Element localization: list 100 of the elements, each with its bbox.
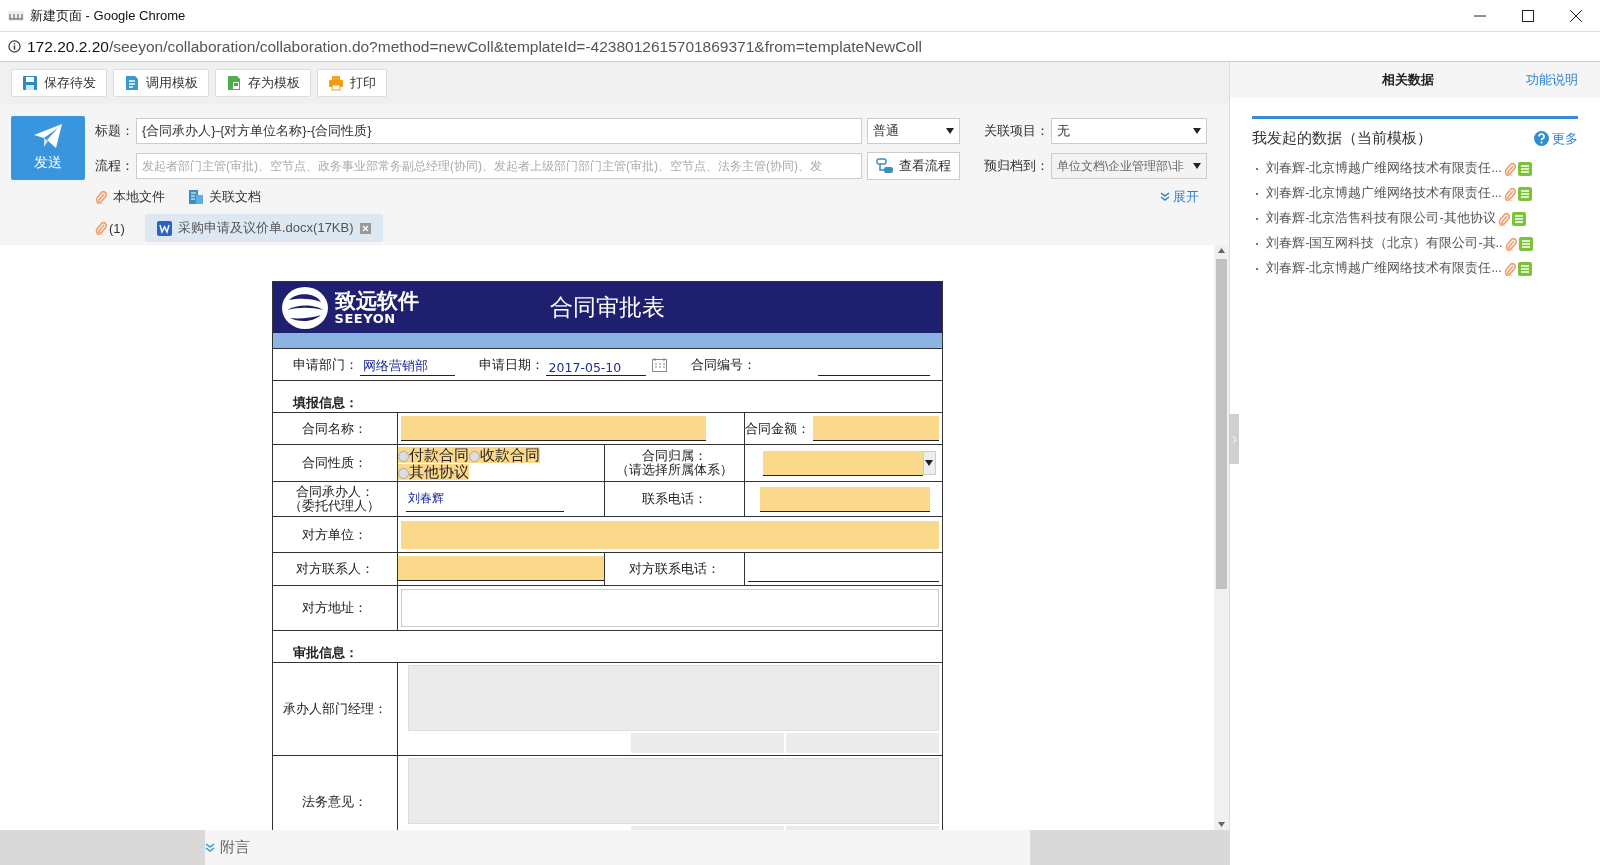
word-icon [157,220,172,236]
date-field[interactable]: 2017-05-10 [545,353,646,376]
field-label: 联系电话： [641,491,707,506]
attach-link[interactable]: 本地文件 [95,188,165,206]
app-icon [8,10,24,21]
option-label: 付款合同 [408,447,469,463]
caret-icon [1193,163,1201,169]
toolbar-button[interactable]: 打印 [317,69,387,97]
attachment-count: (1) [109,220,125,236]
list-icon [1517,161,1532,176]
radio-button[interactable] [468,450,480,462]
record-link[interactable]: 刘春辉-北京博越广维网络技术有限责任... [1266,260,1502,277]
caret-icon [946,128,954,134]
help-link[interactable]: 功能说明 [1526,71,1578,89]
list-icon [1518,236,1533,251]
toolbar-button[interactable]: 保存待发 [11,69,107,97]
owner-select[interactable] [762,450,936,476]
double-chevron-icon [1160,192,1170,202]
url-host[interactable]: 172.20.2.20 [27,37,109,56]
chevron-icon [1231,434,1237,444]
maximize-icon[interactable] [1522,9,1534,22]
paperclip-icon [1503,261,1516,276]
field-label: 申请日期： [478,355,544,374]
remark-label: 附言 [220,838,250,857]
window-title: 新建页面 - Google Chrome [30,6,187,25]
logo-text: 致远软件 [334,290,419,312]
field-label: 合同编号： [690,355,756,374]
section-title: 我发起的数据（当前模板） [1252,129,1433,148]
close-icon[interactable] [1570,9,1582,22]
more-link[interactable]: 更多 [1534,129,1578,148]
input-field[interactable] [812,416,939,441]
scroll-down-icon[interactable] [1218,822,1226,827]
toolbar-button[interactable]: 存为模板 [215,69,311,97]
section-heading: 审批信息： [292,645,358,660]
field-label: 对方单位： [302,526,368,542]
field-label: 标题： [95,122,135,140]
list-icon [1517,186,1532,201]
input-field[interactable] [400,520,939,549]
attach-link[interactable]: 关联文档 [189,188,261,206]
attachment-file[interactable]: 采购申请及议价单.docx(17KB) [145,214,383,242]
scroll-up-icon[interactable] [1218,248,1226,253]
flowchart-icon [876,158,894,174]
option-label: 其他协议 [408,464,469,480]
paper-plane-icon [34,124,62,148]
field-label: 流程： [95,157,135,175]
panel-toggle[interactable] [1229,414,1240,464]
logo-text: SEEYON [334,311,396,325]
priority-select[interactable]: 普通 [867,118,960,144]
logo-icon [280,285,329,330]
linked-document-icon [189,190,203,204]
text-field[interactable]: 网络营销部 [359,353,455,376]
project-select[interactable]: 无 [1051,118,1207,144]
field-label: 申请部门： [292,355,358,374]
field-label: 对方地址： [302,600,368,615]
paperclip-icon [1503,161,1516,176]
view-flow-button[interactable]: 查看流程 [867,152,960,180]
printer-icon [328,75,344,91]
calendar-icon[interactable] [651,357,667,372]
list-icon [1517,261,1532,276]
record-link[interactable]: 刘春辉-北京博越广维网络技术有限责任... [1266,160,1502,177]
subject-field[interactable]: {合同承办人}-{对方单位名称}-{合同性质} [136,118,862,144]
input-field[interactable] [397,556,604,581]
remove-icon[interactable] [359,222,371,234]
paperclip-icon [95,221,107,235]
record-link[interactable]: 刘春辉-国互网科技（北京）有限公司-其.. [1266,235,1503,252]
caret-icon [925,460,934,466]
field-label: 合同名称： [302,420,368,436]
document-save-icon [226,75,242,91]
paperclip-icon [95,190,107,204]
url-path[interactable]: /seeyon/collaboration/collaboration.do?method=newColl&templateId=-4238012615701869371&from=templateNewColl [108,37,922,56]
info-icon[interactable] [8,40,21,53]
field-label: 合同承办人： [294,485,375,499]
paperclip-icon [1504,236,1517,251]
double-chevron-icon [205,842,215,853]
radio-button[interactable] [397,450,409,462]
field-label: 对方联系电话： [628,561,720,576]
scrollbar[interactable] [1214,245,1230,830]
expand-link[interactable]: 展开 [1160,188,1199,206]
remark-bar[interactable]: 附言 [205,830,1030,865]
field-label: 合同性质： [302,455,368,470]
record-link[interactable]: 刘春辉-北京浩售科技有限公司-其他协议 [1266,210,1496,227]
help-icon [1534,131,1549,146]
field-label: 合同归属： [640,449,708,463]
field-label: 承办人部门经理： [282,701,387,716]
paperclip-icon [1503,186,1516,201]
option-label: 收款合同 [479,447,540,463]
section-heading: 填报信息： [292,395,358,410]
record-link[interactable]: 刘春辉-北京博越广维网络技术有限责任... [1266,185,1502,202]
field-label: 关联项目： [984,122,1050,140]
input-field[interactable] [400,416,706,441]
input-field[interactable] [759,486,930,512]
radio-button[interactable] [397,467,409,479]
field-label: 预归档到： [984,157,1050,175]
field-label: 对方联系人： [295,561,374,576]
field-label: 法务意见： [302,794,368,809]
panel-tab[interactable]: 相关数据 [1230,71,1526,89]
field-hint: （请选择所属体系） [614,463,734,477]
form-title: 合同审批表 [549,294,665,320]
toolbar-button[interactable]: 调用模板 [113,69,209,97]
list-icon [1511,211,1526,226]
